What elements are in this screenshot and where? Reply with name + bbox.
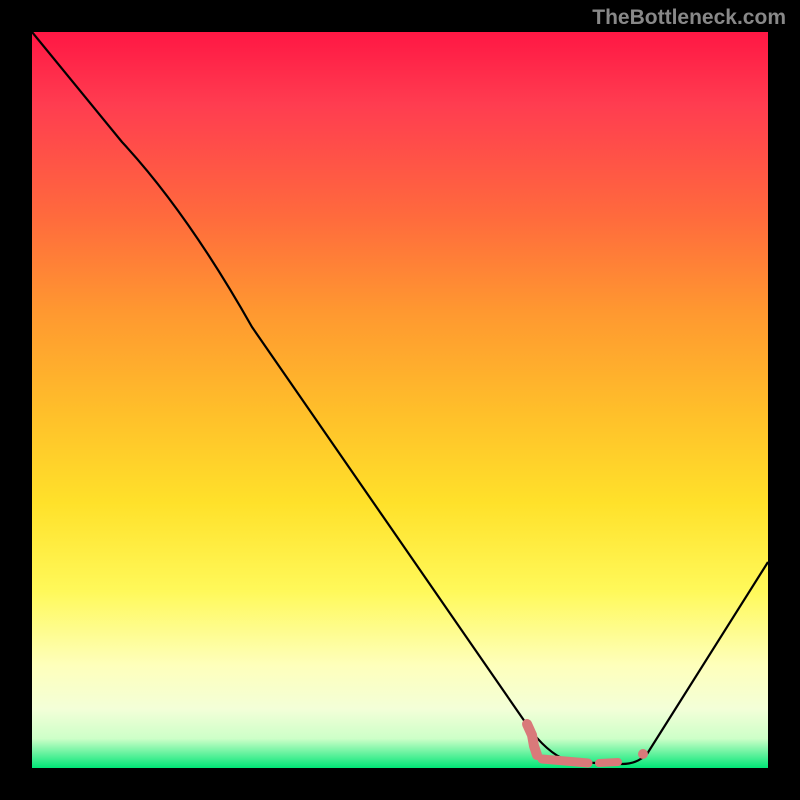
watermark-text: TheBottleneck.com — [592, 6, 786, 30]
marker-region-flat2-icon — [599, 762, 618, 763]
bottleneck-curve — [32, 32, 768, 764]
marker-dot-icon — [638, 749, 648, 759]
marker-cluster — [527, 724, 648, 763]
marker-region-tall-icon — [527, 724, 537, 755]
marker-region-flat-icon — [542, 759, 588, 763]
plot-area — [32, 32, 768, 768]
chart-svg — [32, 32, 768, 768]
